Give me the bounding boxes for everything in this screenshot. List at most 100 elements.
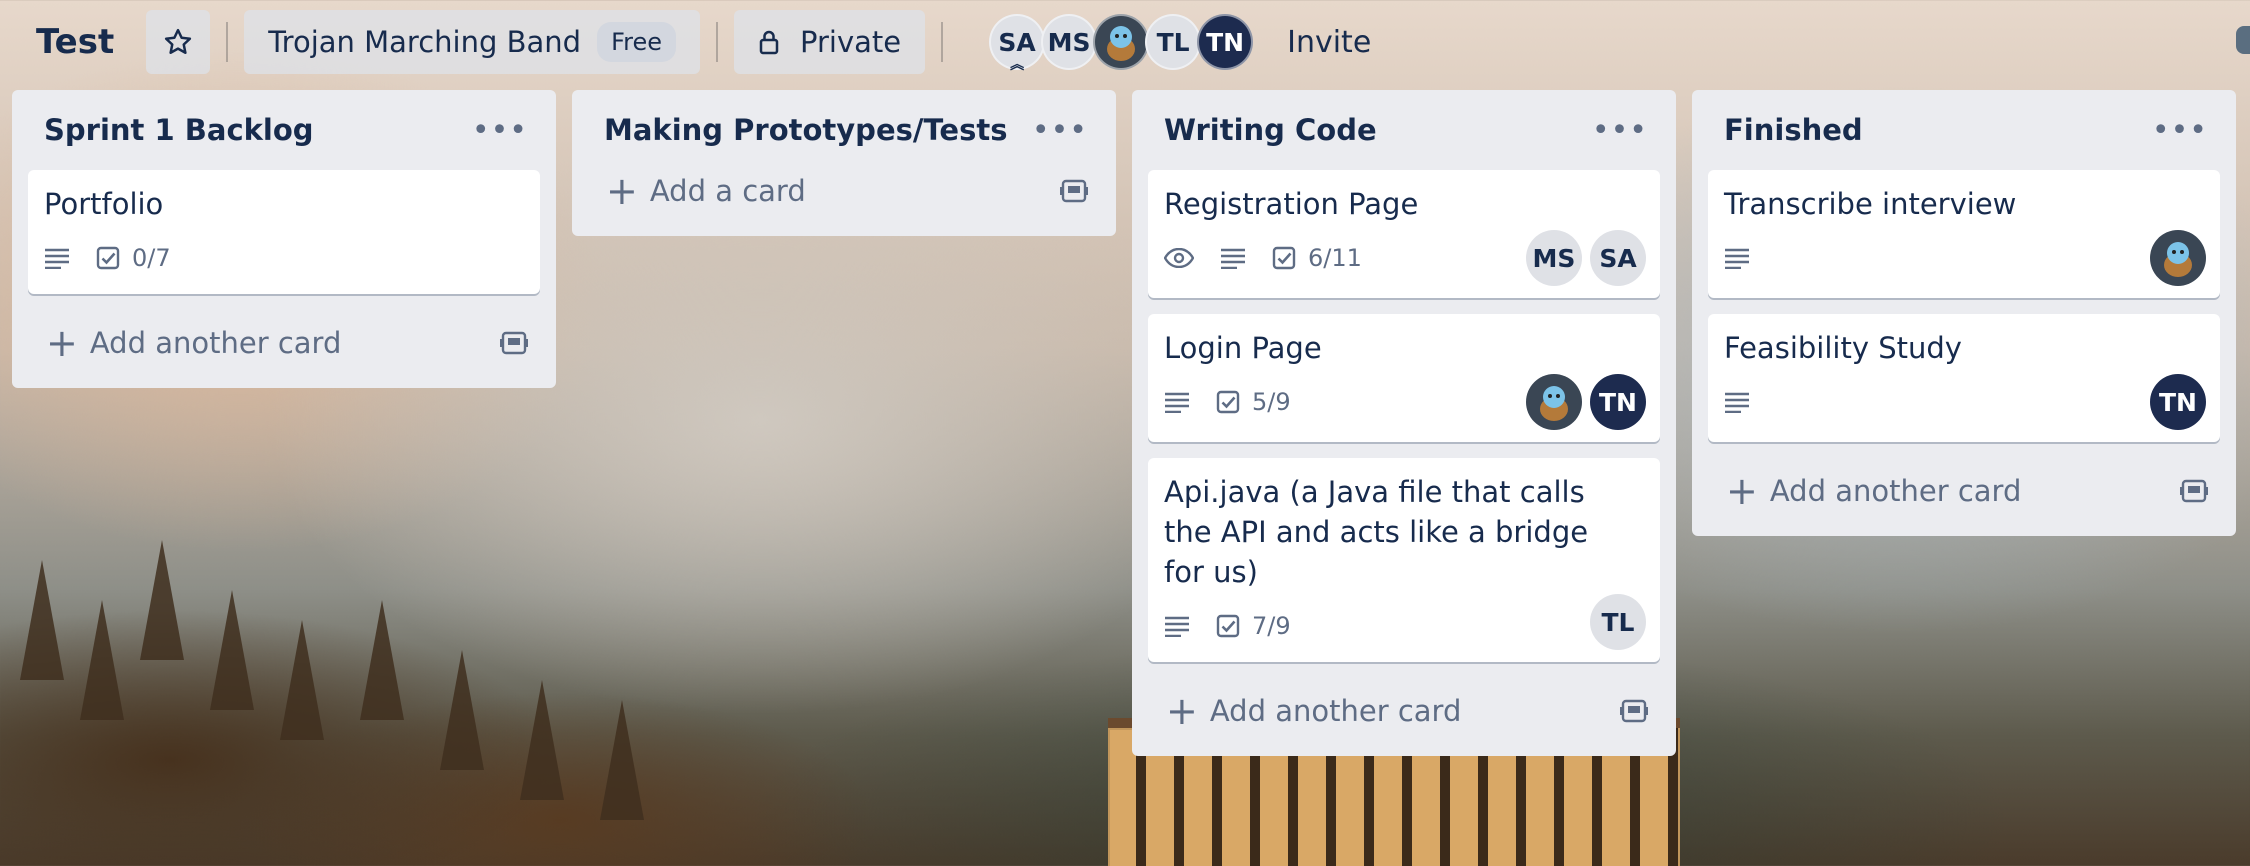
invite-button[interactable]: Invite (1287, 25, 1371, 60)
card-member-tn[interactable]: TN (1590, 374, 1646, 430)
ellipsis-icon[interactable]: ••• (472, 113, 540, 148)
board-header: Test Trojan Marching Band Free Private S… (0, 0, 2250, 84)
description-icon (1164, 391, 1190, 413)
scenery-tree (20, 560, 64, 680)
scenery-tree (600, 700, 644, 820)
card-member-sa[interactable]: SA (1590, 230, 1646, 286)
add-card-left: + Add another card (1166, 692, 1461, 730)
header-divider (226, 22, 229, 62)
add-card-left: + Add another card (46, 324, 341, 362)
add-card-label: Add another card (1209, 694, 1462, 728)
checklist-icon (96, 246, 120, 270)
team-button[interactable]: Trojan Marching Band Free (244, 10, 700, 74)
scenery-tree (360, 600, 404, 720)
card-members: TL (1582, 594, 1646, 650)
card-template-icon[interactable] (2180, 478, 2208, 504)
add-card-left: + Add a card (606, 172, 806, 210)
list-title[interactable]: Finished (1724, 113, 1863, 147)
member-avatar-squirtle[interactable] (1093, 14, 1150, 70)
checklist-badge: 5/9 (1216, 388, 1291, 416)
card-members: TN (2142, 374, 2206, 430)
list-writing-code: Writing Code ••• Registration Page 6/11 … (1132, 90, 1676, 756)
description-icon (1220, 247, 1246, 269)
ellipsis-icon[interactable]: ••• (1032, 113, 1100, 148)
eye-icon (1164, 248, 1194, 268)
checklist-count: 0/7 (132, 244, 171, 272)
card-member-squirtle[interactable] (2150, 230, 2206, 286)
add-card-button[interactable]: + Add another card (28, 310, 540, 376)
checklist-badge: 6/11 (1272, 244, 1362, 272)
member-initials: TN (1206, 27, 1245, 57)
card-member-squirtle[interactable] (1526, 374, 1582, 430)
description-icon (44, 247, 70, 269)
add-card-button[interactable]: + Add another card (1148, 678, 1660, 744)
board-title[interactable]: Test (36, 22, 114, 62)
card-title: Registration Page (1164, 187, 1419, 221)
star-icon (165, 28, 192, 54)
card-portfolio[interactable]: Portfolio 0/7 (28, 170, 540, 294)
admin-chevron-icon: ︽ (1010, 57, 1025, 73)
add-card-label: Add another card (89, 326, 342, 360)
card-member-ms[interactable]: MS (1526, 230, 1582, 286)
checklist-icon (1216, 614, 1240, 638)
visibility-button[interactable]: Private (734, 10, 926, 74)
scenery-tree (440, 650, 484, 770)
card-transcribe-interview[interactable]: Transcribe interview (1708, 170, 2220, 298)
team-plan-badge: Free (597, 22, 676, 62)
plus-icon: + (1166, 689, 1198, 733)
card-login-page[interactable]: Login Page 5/9 TN (1148, 314, 1660, 442)
header-menu-edge[interactable] (2236, 26, 2250, 54)
card-badges: 0/7 (44, 236, 524, 280)
visibility-label: Private (800, 25, 902, 59)
star-board-button[interactable] (146, 10, 211, 74)
card-api-java[interactable]: Api.java (a Java file that calls the API… (1148, 458, 1660, 662)
card-title: Feasibility Study (1724, 331, 1962, 365)
scenery-tree (80, 600, 124, 720)
add-card-left: + Add another card (1726, 472, 2021, 510)
card-template-icon[interactable] (500, 330, 528, 356)
card-member-tl[interactable]: TL (1590, 594, 1646, 650)
add-card-button[interactable]: + Add a card (588, 158, 1100, 224)
header-divider (716, 22, 718, 62)
list-title[interactable]: Sprint 1 Backlog (44, 113, 314, 147)
ellipsis-icon[interactable]: ••• (1592, 113, 1660, 148)
checklist-icon (1216, 390, 1240, 414)
checklist-count: 7/9 (1252, 612, 1291, 640)
board-members: SA ︽ MS TL TN (989, 14, 1254, 73)
scenery-tree (140, 540, 184, 660)
scenery-tree (520, 680, 564, 800)
card-template-icon[interactable] (1620, 698, 1648, 724)
card-feasibility-study[interactable]: Feasibility Study TN (1708, 314, 2220, 442)
list-header: Finished ••• (1708, 90, 2220, 170)
list-header: Writing Code ••• (1148, 90, 1660, 170)
add-card-button[interactable]: + Add another card (1708, 458, 2220, 524)
card-members: TN (1518, 374, 1646, 430)
list-title[interactable]: Writing Code (1164, 113, 1377, 147)
list-title[interactable]: Making Prototypes/Tests (604, 113, 1007, 147)
member-avatar-tn[interactable]: TN (1197, 14, 1254, 70)
member-avatar-tl[interactable]: TL (1145, 14, 1202, 70)
lock-icon (758, 29, 780, 55)
plus-icon: + (606, 169, 638, 213)
description-icon (1724, 247, 1750, 269)
card-badges: 7/9 (1164, 604, 1644, 648)
card-members: MS SA (1518, 230, 1646, 286)
card-registration-page[interactable]: Registration Page 6/11 MS SA (1148, 170, 1660, 298)
squirtle-avatar-icon (1107, 26, 1136, 61)
checklist-badge: 7/9 (1216, 612, 1291, 640)
scenery-tree (280, 620, 324, 740)
description-icon (1164, 615, 1190, 637)
card-members (2142, 230, 2206, 286)
member-avatar-sa[interactable]: SA ︽ (989, 14, 1046, 73)
ellipsis-icon[interactable]: ••• (2152, 113, 2220, 148)
add-card-label: Add a card (649, 174, 806, 208)
card-template-icon[interactable] (1060, 178, 1088, 204)
member-avatar-ms[interactable]: MS (1041, 14, 1098, 70)
card-title: Api.java (a Java file that calls the API… (1164, 475, 1589, 589)
checklist-count: 5/9 (1252, 388, 1291, 416)
card-member-tn[interactable]: TN (2150, 374, 2206, 430)
header-divider (941, 22, 944, 62)
member-initials: SA (998, 27, 1036, 57)
card-badges (1724, 236, 2204, 280)
member-initials: TL (1156, 27, 1190, 57)
